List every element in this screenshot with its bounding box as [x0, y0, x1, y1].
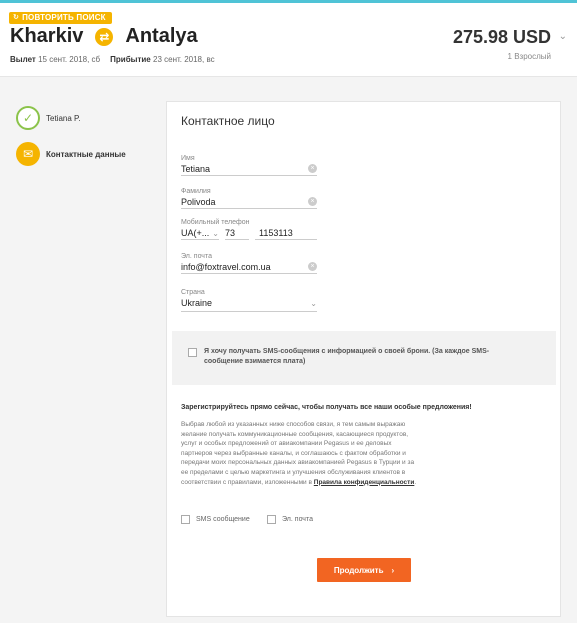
email-option-checkbox[interactable]: [267, 515, 276, 524]
trip-header: ↻ ПОВТОРИТЬ ПОИСК Kharkiv ⇄ Antalya Выле…: [0, 3, 577, 77]
trip-dates: Вылет 15 сент. 2018, сб Прибытие 23 сент…: [10, 55, 215, 64]
phone-label: Мобильный телефон: [181, 219, 250, 226]
first-name-value: Tetiana: [181, 164, 211, 174]
option-email[interactable]: Эл. почта: [267, 515, 313, 524]
continue-button[interactable]: Продолжить ›: [317, 558, 411, 582]
form-title: Контактное лицо: [181, 114, 275, 128]
first-name-field: Имя Tetiana ×: [181, 155, 317, 176]
option-sms-label: SMS сообщение: [196, 516, 250, 523]
origin-city: Kharkiv: [10, 25, 84, 47]
first-name-input[interactable]: Tetiana ×: [181, 162, 317, 176]
repeat-search-button[interactable]: ↻ ПОВТОРИТЬ ПОИСК: [9, 12, 112, 24]
arrival-date: 23 сент. 2018, вс: [153, 55, 215, 64]
arrival: Прибытие 23 сент. 2018, вс: [110, 55, 214, 64]
phone-number-input[interactable]: 1153113: [255, 226, 317, 240]
phone-country-select[interactable]: UA(+... ⌄: [181, 226, 219, 240]
phone-country-value: UA(+...: [181, 228, 210, 238]
total-price[interactable]: 275.98 USD: [453, 27, 551, 48]
phone-code-input[interactable]: 73: [225, 226, 249, 240]
phone-code-value: 73: [225, 228, 236, 238]
step-contact-label: Контактные данные: [46, 149, 126, 159]
phone-row: UA(+... ⌄ 73 1153113: [181, 226, 317, 240]
departure: Вылет 15 сент. 2018, сб: [10, 55, 100, 64]
departure-date: 15 сент. 2018, сб: [38, 55, 101, 64]
first-name-label: Имя: [181, 155, 195, 162]
last-name-input[interactable]: Polivoda ×: [181, 195, 317, 209]
contact-form-card: Контактное лицо Имя Tetiana × Фамилия Po…: [166, 101, 561, 617]
option-sms[interactable]: SMS сообщение: [181, 515, 250, 524]
last-name-label: Фамилия: [181, 188, 211, 195]
envelope-icon: ✉: [16, 142, 40, 166]
country-field: Страна Ukraine ⌄: [181, 289, 317, 312]
departure-label: Вылет: [10, 55, 36, 64]
phone-number-value: 1153113: [259, 228, 293, 238]
clear-icon[interactable]: ×: [308, 164, 317, 173]
register-suffix: .: [414, 478, 417, 486]
check-icon: ✓: [16, 106, 40, 130]
register-body: Выбрав любой из указанных ниже способов …: [181, 421, 415, 486]
chevron-down-icon: ⌄: [310, 299, 317, 308]
country-value: Ukraine: [181, 298, 213, 308]
chevron-right-icon: ›: [391, 565, 395, 575]
sms-option-checkbox[interactable]: [181, 515, 190, 524]
last-name-field: Фамилия Polivoda ×: [181, 188, 317, 209]
last-name-value: Polivoda: [181, 197, 216, 207]
route: Kharkiv ⇄ Antalya: [10, 25, 198, 48]
arrival-label: Прибытие: [110, 55, 151, 64]
register-title: Зарегистрируйтесь прямо сейчас, чтобы по…: [181, 404, 472, 411]
repeat-search-label: ПОВТОРИТЬ ПОИСК: [22, 13, 106, 22]
email-value: info@foxtravel.com.ua: [181, 262, 271, 272]
sms-checkbox[interactable]: [188, 348, 197, 357]
continue-label: Продолжить: [333, 565, 384, 575]
privacy-link[interactable]: Правила конфиденциальности: [314, 479, 415, 486]
email-label: Эл. почта: [181, 253, 212, 260]
booking-steps: ✓ Tetiana P. ✉ Контактные данные: [16, 106, 126, 178]
sms-opt-in-box: Я хочу получать SMS-сообщения с информац…: [172, 331, 556, 385]
clear-icon[interactable]: ×: [308, 262, 317, 271]
phone-field: Мобильный телефон UA(+... ⌄ 73 1153113: [181, 219, 317, 240]
chevron-down-icon[interactable]: ⌄: [559, 31, 567, 42]
step-passenger[interactable]: ✓ Tetiana P.: [16, 106, 126, 130]
email-input[interactable]: info@foxtravel.com.ua ×: [181, 260, 317, 274]
country-select[interactable]: Ukraine ⌄: [181, 296, 317, 312]
swap-icon: ⇄: [95, 27, 114, 46]
register-text: Выбрав любой из указанных ниже способов …: [181, 420, 417, 487]
clear-icon[interactable]: ×: [308, 197, 317, 206]
destination-city: Antalya: [125, 25, 198, 47]
country-label: Страна: [181, 289, 205, 296]
step-contact[interactable]: ✉ Контактные данные: [16, 142, 126, 166]
chevron-down-icon: ⌄: [212, 229, 219, 238]
sms-opt-in-text: Я хочу получать SMS-сообщения с информац…: [204, 348, 490, 365]
option-email-label: Эл. почта: [282, 516, 313, 523]
step-passenger-label: Tetiana P.: [46, 113, 81, 123]
refresh-icon: ↻: [13, 14, 20, 21]
email-field: Эл. почта info@foxtravel.com.ua ×: [181, 253, 317, 274]
passenger-count: 1 Взрослый: [507, 52, 551, 61]
